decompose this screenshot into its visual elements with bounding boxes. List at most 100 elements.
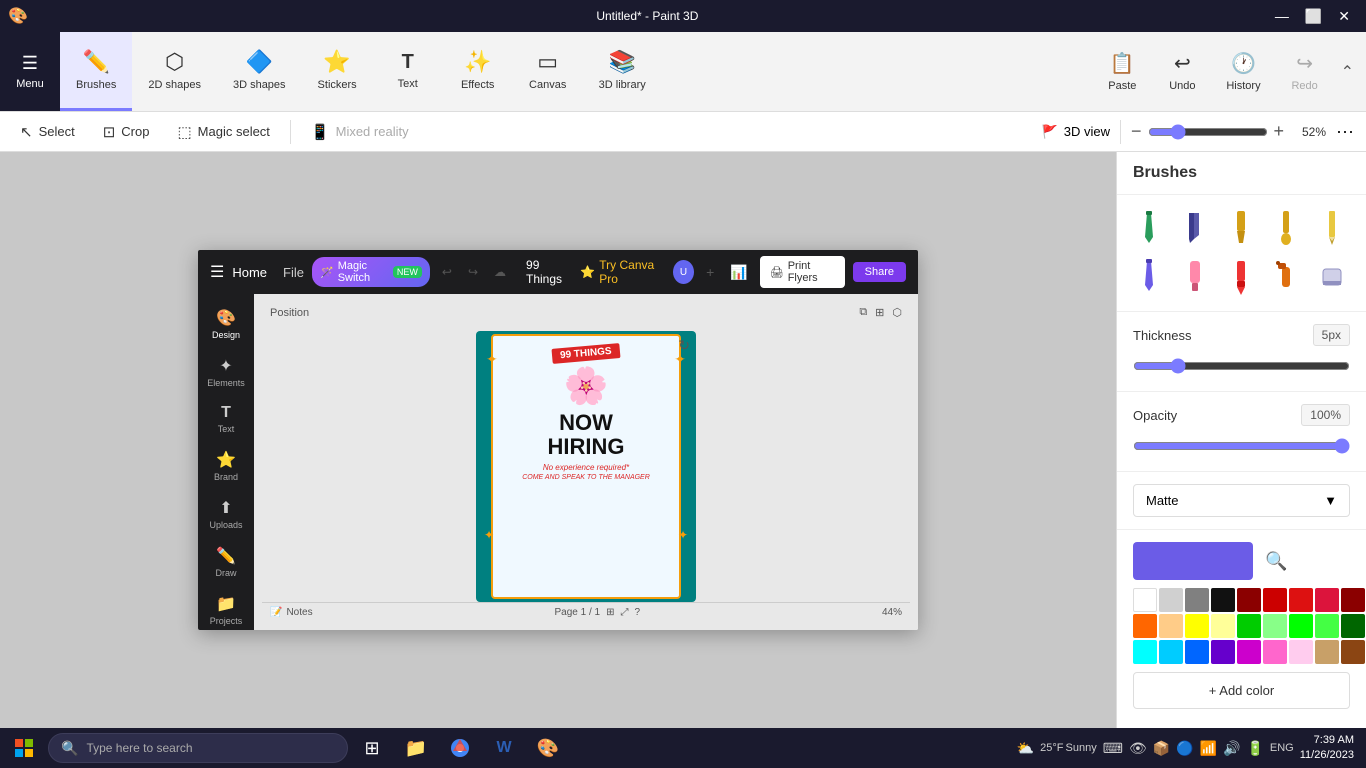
canva-save-icon[interactable]: ☁ xyxy=(494,265,506,279)
color-swatch-green[interactable] xyxy=(1237,614,1261,638)
canva-try-canva[interactable]: ⭐ Try Canva Pro xyxy=(580,258,665,286)
canva-hamburger-icon[interactable]: ☰ xyxy=(210,262,224,282)
color-swatch-brightgreen[interactable] xyxy=(1315,614,1339,638)
color-swatch-lightpink[interactable] xyxy=(1289,640,1313,664)
color-swatch-tan[interactable] xyxy=(1315,640,1339,664)
crop-tool[interactable]: ⊡ Crop xyxy=(91,119,162,145)
zoom-minus-button[interactable]: − xyxy=(1131,121,1142,142)
color-swatch-brown[interactable] xyxy=(1341,640,1365,664)
redo-button[interactable]: ↪ Redo xyxy=(1277,43,1333,100)
paste-button[interactable]: 📋 Paste xyxy=(1094,43,1150,100)
brush-eraser[interactable] xyxy=(1312,255,1352,299)
canva-sidebar-design[interactable]: 🎨 Design xyxy=(198,302,254,346)
brush-oil[interactable] xyxy=(1221,207,1261,251)
color-swatch-yellow[interactable] xyxy=(1185,614,1209,638)
canva-design-canvas[interactable]: ↻ ✦ ✦ ✦ ✦ 99 THINGS 🌸 NOW HIRING xyxy=(476,331,696,602)
brush-watercolor[interactable] xyxy=(1266,207,1306,251)
color-swatch-skyblue[interactable] xyxy=(1159,640,1183,664)
color-swatch-darkgreen[interactable] xyxy=(1341,614,1365,638)
color-swatch-violet[interactable] xyxy=(1237,640,1261,664)
menu-button[interactable]: ☰ Menu xyxy=(0,32,60,111)
eyedropper-button[interactable]: 🔍 xyxy=(1261,547,1291,576)
brush-pen2[interactable] xyxy=(1129,255,1169,299)
color-swatch-orange[interactable] xyxy=(1133,614,1157,638)
zoom-slider[interactable] xyxy=(1148,124,1268,140)
color-swatch-red2[interactable] xyxy=(1289,588,1313,612)
history-button[interactable]: 🕐 History xyxy=(1214,43,1272,100)
taskbar-word[interactable]: W xyxy=(484,732,524,764)
color-swatch-blue[interactable] xyxy=(1185,640,1209,664)
color-swatch-purple[interactable] xyxy=(1211,640,1235,664)
undo-button[interactable]: ↩ Undo xyxy=(1154,43,1210,100)
color-swatch-crimson[interactable] xyxy=(1315,588,1339,612)
canva-redo-icon[interactable]: ↪ xyxy=(468,265,478,279)
opacity-slider[interactable] xyxy=(1133,438,1350,454)
thickness-slider[interactable] xyxy=(1133,358,1350,374)
brush-marker[interactable] xyxy=(1129,207,1169,251)
magic-select-tool[interactable]: ⬚ Magic select xyxy=(165,119,281,145)
canva-sidebar-elements[interactable]: ✦ Elements xyxy=(198,350,254,394)
canva-chart-icon[interactable]: 📊 xyxy=(730,264,747,281)
mixed-reality-tool[interactable]: 📱 Mixed reality xyxy=(299,119,421,145)
canva-duplicate-icon[interactable]: ⊞ xyxy=(875,306,884,319)
select-tool[interactable]: ↖ Select xyxy=(8,119,87,145)
page-help-icon[interactable]: ? xyxy=(634,607,640,618)
selected-color-swatch[interactable] xyxy=(1133,542,1253,580)
add-color-button[interactable]: + Add color xyxy=(1133,672,1350,709)
taskbar-task-view[interactable]: ⊞ xyxy=(352,732,392,764)
color-swatch-lightgray[interactable] xyxy=(1159,588,1183,612)
color-swatch-black[interactable] xyxy=(1211,588,1235,612)
canva-resize-icon[interactable]: ⬡ xyxy=(892,306,902,319)
canva-plus-icon[interactable]: + xyxy=(706,264,714,280)
color-swatch-lime[interactable] xyxy=(1289,614,1313,638)
canva-sidebar-projects[interactable]: 📁 Projects xyxy=(198,588,254,630)
color-swatch-lightgreen[interactable] xyxy=(1263,614,1287,638)
brush-calligraphy[interactable] xyxy=(1175,207,1215,251)
color-swatch-darkred2[interactable] xyxy=(1341,588,1365,612)
color-swatch-lightorange[interactable] xyxy=(1159,614,1183,638)
toolbar-3dshapes[interactable]: 🔷 3D shapes xyxy=(217,32,302,111)
taskbar-file-explorer[interactable]: 📁 xyxy=(396,732,436,764)
canva-sidebar-draw[interactable]: ✏️ Draw xyxy=(198,540,254,584)
color-swatch-darkred[interactable] xyxy=(1237,588,1261,612)
canva-copy-icon[interactable]: ⧉ xyxy=(859,306,867,319)
toolbar-3dlibrary[interactable]: 📚 3D library xyxy=(583,32,662,111)
toolbar-text[interactable]: T Text xyxy=(373,32,443,111)
taskbar-search[interactable]: 🔍 Type here to search xyxy=(48,733,348,763)
color-swatch-cyan[interactable] xyxy=(1133,640,1157,664)
canva-sidebar-uploads[interactable]: ⬆ Uploads xyxy=(198,492,254,536)
taskbar-paint3d[interactable]: 🎨 xyxy=(528,732,568,764)
texture-select[interactable]: Matte ▼ xyxy=(1133,484,1350,517)
start-button[interactable] xyxy=(4,732,44,764)
color-swatch-gray[interactable] xyxy=(1185,588,1209,612)
page-grid-icon[interactable]: ⊞ xyxy=(606,607,614,618)
color-swatch-red[interactable] xyxy=(1263,588,1287,612)
canva-share-button[interactable]: Share xyxy=(853,262,906,282)
canva-sidebar-brand[interactable]: ⭐ Brand xyxy=(198,444,254,488)
toolbar-chevron-button[interactable]: ⌃ xyxy=(1337,54,1358,90)
canva-file-link[interactable]: File xyxy=(283,265,304,280)
brush-spray[interactable] xyxy=(1266,255,1306,299)
zoom-plus-button[interactable]: + xyxy=(1274,121,1285,142)
minimize-button[interactable]: — xyxy=(1267,6,1297,27)
brush-pencil[interactable] xyxy=(1312,207,1352,251)
maximize-button[interactable]: ⬜ xyxy=(1297,6,1330,27)
taskbar-chrome[interactable] xyxy=(440,732,480,764)
color-swatch-pink[interactable] xyxy=(1263,640,1287,664)
more-options-button[interactable]: ··· xyxy=(1332,117,1358,146)
canva-undo-icon[interactable]: ↩ xyxy=(442,265,452,279)
toolbar-stickers[interactable]: ⭐ Stickers xyxy=(302,32,373,111)
canvas-area[interactable]: ☰ Home File 🪄 Magic Switch NEW ↩ ↪ ☁ 99 … xyxy=(0,152,1116,728)
toolbar-effects[interactable]: ✨ Effects xyxy=(443,32,513,111)
color-swatch-lightyellow[interactable] xyxy=(1211,614,1235,638)
canva-avatar[interactable]: U xyxy=(673,260,694,284)
toolbar-brushes[interactable]: ✏️ Brushes xyxy=(60,32,132,111)
brush-crayon[interactable] xyxy=(1221,255,1261,299)
brush-highlighter[interactable] xyxy=(1175,255,1215,299)
page-expand-icon[interactable]: ⤢ xyxy=(620,607,628,618)
canva-home-link[interactable]: Home xyxy=(232,265,267,280)
color-swatch-white[interactable] xyxy=(1133,588,1157,612)
canva-magic-switch[interactable]: 🪄 Magic Switch NEW xyxy=(312,257,430,287)
toolbar-canvas[interactable]: ▭ Canvas xyxy=(513,32,583,111)
canva-sidebar-text[interactable]: T Text xyxy=(198,398,254,440)
